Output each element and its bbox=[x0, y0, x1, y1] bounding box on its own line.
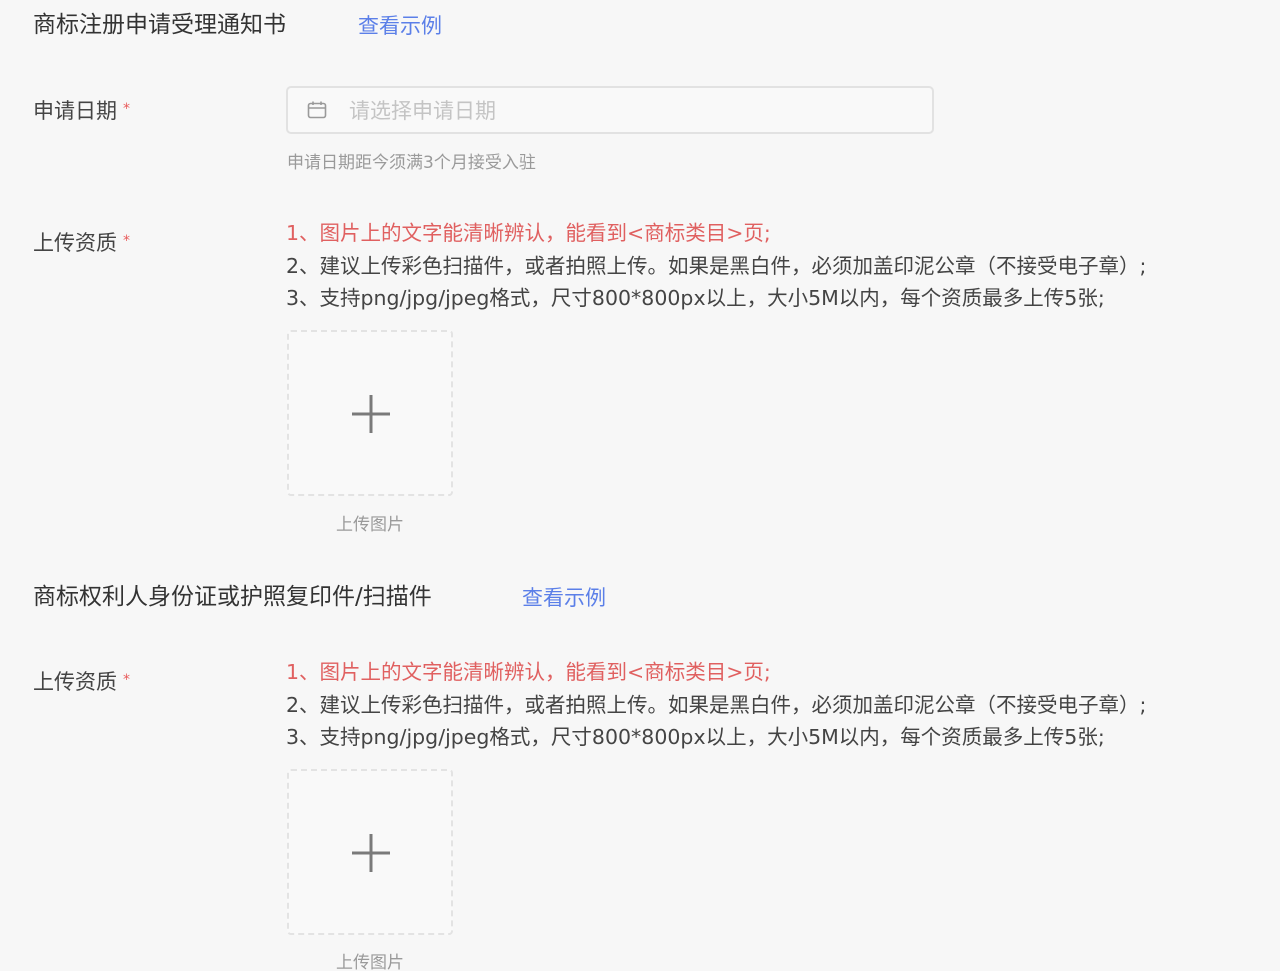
upload-requirements: 1、图片上的文字能清晰辨认，能看到<商标类目>页; 2、建议上传彩色扫描件，或者… bbox=[286, 656, 1146, 754]
calendar-icon bbox=[307, 101, 327, 119]
view-example-link[interactable]: 查看示例 bbox=[358, 11, 442, 41]
field-label-upload-qualification: 上传资质 * bbox=[33, 667, 130, 697]
field-label-text: 上传资质 bbox=[33, 231, 117, 255]
upload-image-label: 上传图片 bbox=[336, 953, 404, 971]
application-date-picker[interactable]: 请选择申请日期 bbox=[286, 86, 934, 134]
upload-requirements: 1、图片上的文字能清晰辨认，能看到<商标类目>页; 2、建议上传彩色扫描件，或者… bbox=[286, 217, 1146, 315]
plus-icon bbox=[352, 395, 390, 433]
requirement-line: 1、图片上的文字能清晰辨认，能看到<商标类目>页; bbox=[286, 660, 771, 684]
upload-image-button[interactable] bbox=[287, 330, 453, 496]
date-placeholder: 请选择申请日期 bbox=[349, 99, 496, 123]
view-example-link[interactable]: 查看示例 bbox=[522, 583, 606, 613]
requirement-line: 2、建议上传彩色扫描件，或者拍照上传。如果是黑白件，必须加盖印泥公章（不接受电子… bbox=[286, 692, 1147, 717]
field-label-text: 上传资质 bbox=[33, 670, 117, 694]
field-label-text: 申请日期 bbox=[33, 99, 117, 123]
required-mark: * bbox=[123, 101, 130, 117]
requirement-line: 3、支持png/jpg/jpeg格式，尺寸800*800px以上，大小5M以内，… bbox=[286, 286, 1105, 310]
required-mark: * bbox=[123, 672, 130, 688]
required-mark: * bbox=[123, 233, 130, 249]
requirement-line: 2、建议上传彩色扫描件，或者拍照上传。如果是黑白件，必须加盖印泥公章（不接受电子… bbox=[286, 253, 1147, 278]
field-label-application-date: 申请日期 * bbox=[33, 96, 130, 126]
plus-icon bbox=[352, 834, 390, 872]
requirement-line: 3、支持png/jpg/jpeg格式，尺寸800*800px以上，大小5M以内，… bbox=[286, 725, 1105, 749]
upload-image-button[interactable] bbox=[287, 769, 453, 935]
qualification-upload-page: 商标注册申请受理通知书 查看示例 申请日期 * 请选择申请日期 申请日期距今须满3… bbox=[0, 0, 1280, 971]
upload-image-label: 上传图片 bbox=[336, 515, 404, 535]
requirement-line: 1、图片上的文字能清晰辨认，能看到<商标类目>页; bbox=[286, 221, 771, 245]
section-title-owner-id: 商标权利人身份证或护照复印件/扫描件 bbox=[33, 584, 432, 610]
field-label-upload-qualification: 上传资质 * bbox=[33, 228, 130, 258]
section-title-trademark-notice: 商标注册申请受理通知书 bbox=[33, 12, 286, 38]
application-date-hint: 申请日期距今须满3个月接受入驻 bbox=[287, 153, 536, 173]
